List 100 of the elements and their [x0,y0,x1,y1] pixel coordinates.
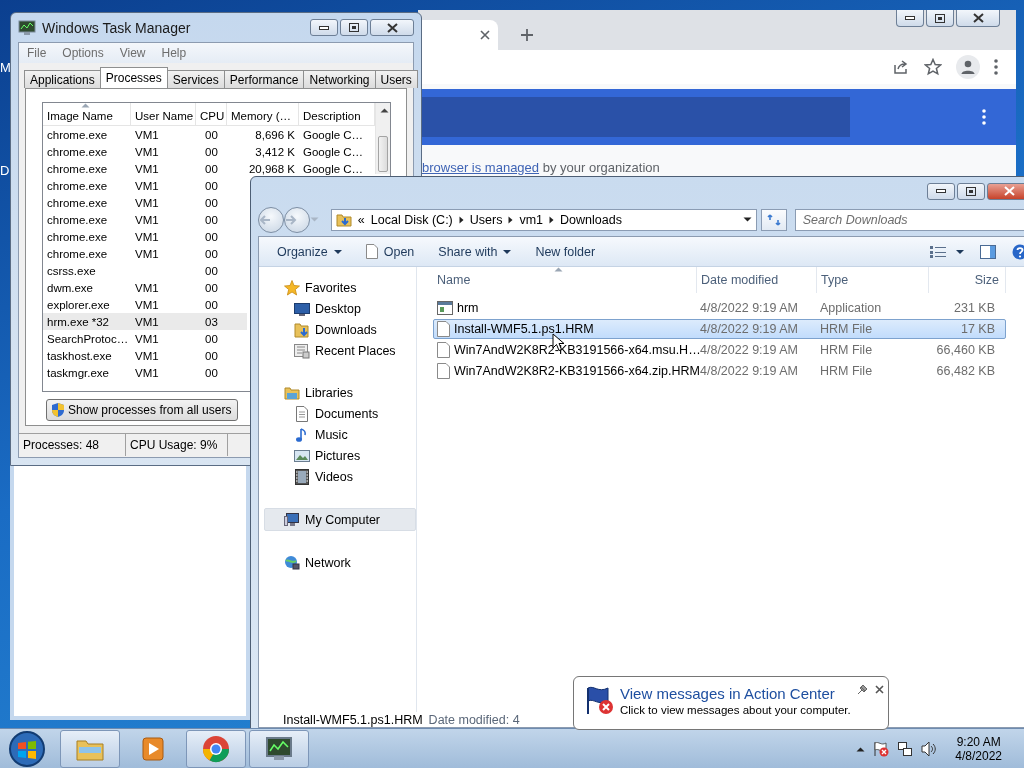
tab[interactable]: Networking [303,70,376,88]
address-bar[interactable]: « Local Disk (C:) Users vm1 Downloads [330,208,757,231]
start-button[interactable] [7,729,47,768]
flag-error-icon[interactable] [873,741,890,757]
nav-item[interactable]: Videos [264,466,416,487]
menu-item[interactable]: Help [153,46,195,60]
file-row[interactable]: hrm 4/8/2022 9:19 AM Application 231 KB [433,298,1006,318]
file-row[interactable]: Install-WMF5.1.ps1.HRM 4/8/2022 9:19 AM HRM File 17 KB [433,319,1006,339]
view-options-icon[interactable] [930,245,946,258]
profile-button[interactable] [956,55,980,79]
computer-icon [284,511,300,528]
tab[interactable]: Performance [223,70,305,88]
close-button[interactable] [874,685,884,694]
minimize-button[interactable] [310,19,338,36]
nav-item[interactable]: Desktop [264,298,416,319]
nav-item[interactable]: Favorites [264,277,416,298]
maximize-button[interactable] [340,19,368,36]
file-row[interactable]: Win7AndW2K8R2-KB3191566-x64.msu.H…4/8/2022 9:19 AM HRM File 66,460 KB [433,340,1006,360]
chevron-icon[interactable] [549,215,555,224]
scrollbar[interactable] [375,103,390,174]
column-header[interactable]: Date modified [697,267,817,293]
notification-balloon[interactable]: View messages in Action Center Click to view messages about your computer. [573,676,889,730]
tab[interactable]: Processes [99,67,168,88]
close-button[interactable] [370,19,414,36]
clock-time[interactable]: 9:20 AM [956,735,1001,749]
toolbar-button[interactable]: Open [355,241,425,262]
process-row[interactable]: taskmgr.exe VM1 00 [43,364,227,381]
preview-pane-icon[interactable] [980,244,996,259]
taskbar-button[interactable] [186,730,246,768]
more-options-icon[interactable] [982,109,986,125]
process-row[interactable]: chrome.exe VM1 00 8,696 K Google C… [43,126,375,143]
nav-item[interactable]: Recent Places [264,340,416,361]
scrollbar-thumb[interactable] [378,136,388,172]
process-row[interactable]: chrome.exe VM1 00 3,412 K Google C… [43,143,375,160]
process-row[interactable]: chrome.exe VM1 00 20,968 K Google C… [43,160,375,177]
managed-link[interactable]: browser is managed [422,160,540,175]
menu-item[interactable]: Options [54,46,112,60]
forward-button[interactable] [284,206,310,233]
menu-button[interactable]: Share with [428,241,522,262]
back-button[interactable] [258,206,284,233]
nav-item[interactable]: Music [264,424,416,445]
menu-item[interactable]: View [111,46,154,60]
minimize-button[interactable] [896,10,924,27]
chevron-icon[interactable] [508,215,514,224]
desktop-icon-label[interactable]: M [0,60,11,75]
breadcrumb-item[interactable]: vm1 [519,212,544,227]
nav-item[interactable]: Downloads [264,319,416,340]
tab[interactable]: Users [374,70,418,88]
process-row[interactable]: chrome.exe VM1 00 [43,177,227,194]
share-icon[interactable] [892,59,910,75]
tab[interactable]: Applications [24,70,101,88]
process-row[interactable]: dwm.exe VM1 00 [43,279,227,296]
show-hidden-icons-icon[interactable] [856,746,866,752]
desktop-icon-label[interactable]: D [0,163,10,178]
breadcrumb-item[interactable]: Local Disk (C:) [370,212,453,227]
clock-date[interactable]: 4/8/2022 [955,749,1002,763]
breadcrumb-item[interactable]: Users [469,212,503,227]
process-row[interactable]: explorer.exe VM1 00 [43,296,227,313]
process-row[interactable]: chrome.exe VM1 00 [43,211,227,228]
caret-icon[interactable] [956,249,964,254]
nav-item[interactable]: Libraries [264,382,416,403]
star-icon[interactable] [924,58,942,76]
toolbar-button[interactable]: New folder [525,241,606,262]
maximize-button[interactable] [957,182,985,200]
pin-icon[interactable] [856,685,867,695]
breadcrumb-item[interactable]: Downloads [560,212,622,227]
close-button[interactable] [956,10,1000,27]
nav-item[interactable]: My Computer [264,508,416,531]
process-row[interactable]: csrss.exe 00 [43,262,227,279]
overflow-chevron[interactable]: « [357,212,365,227]
speaker-icon[interactable] [921,741,938,757]
new-tab-icon[interactable] [520,28,534,42]
file-row[interactable]: Win7AndW2K8R2-KB3191566-x64.zip.HRM4/8/2022 9:19 AM HRM File 66,482 KB [433,361,1006,381]
caret-icon[interactable] [743,217,752,222]
column-header[interactable]: Type [817,267,929,293]
help-icon[interactable] [1012,243,1024,260]
minimize-button[interactable] [927,182,955,200]
chevron-icon[interactable] [458,215,464,224]
process-row[interactable]: chrome.exe VM1 00 [43,228,227,245]
process-row[interactable]: SearchProtoc… VM1 00 [43,330,227,347]
taskbar-button[interactable] [249,730,309,768]
more-options-icon[interactable] [994,59,998,75]
process-row[interactable]: hrm.exe *32 VM1 03 [43,313,247,330]
process-row[interactable]: taskhost.exe VM1 00 [43,347,227,364]
nav-item[interactable]: Pictures [264,445,416,466]
nav-item[interactable]: Network [264,552,416,573]
process-row[interactable]: chrome.exe VM1 00 [43,245,227,262]
column-header[interactable]: Size [929,267,1006,293]
nav-item[interactable]: Documents [264,403,416,424]
close-tab-button[interactable] [480,30,490,40]
tab[interactable]: Services [166,70,225,88]
refresh-button[interactable] [761,208,787,231]
menu-button[interactable]: Organize [267,241,352,262]
process-row[interactable]: chrome.exe VM1 00 [43,194,227,211]
menu-item[interactable]: File [19,46,55,60]
notification-title[interactable]: View messages in Action Center [620,685,851,702]
maximize-button[interactable] [926,10,954,27]
network-icon[interactable] [897,741,914,757]
search-field[interactable]: Search Downloads [794,208,1024,231]
show-processes-button[interactable]: Show processes from all users [46,399,239,421]
